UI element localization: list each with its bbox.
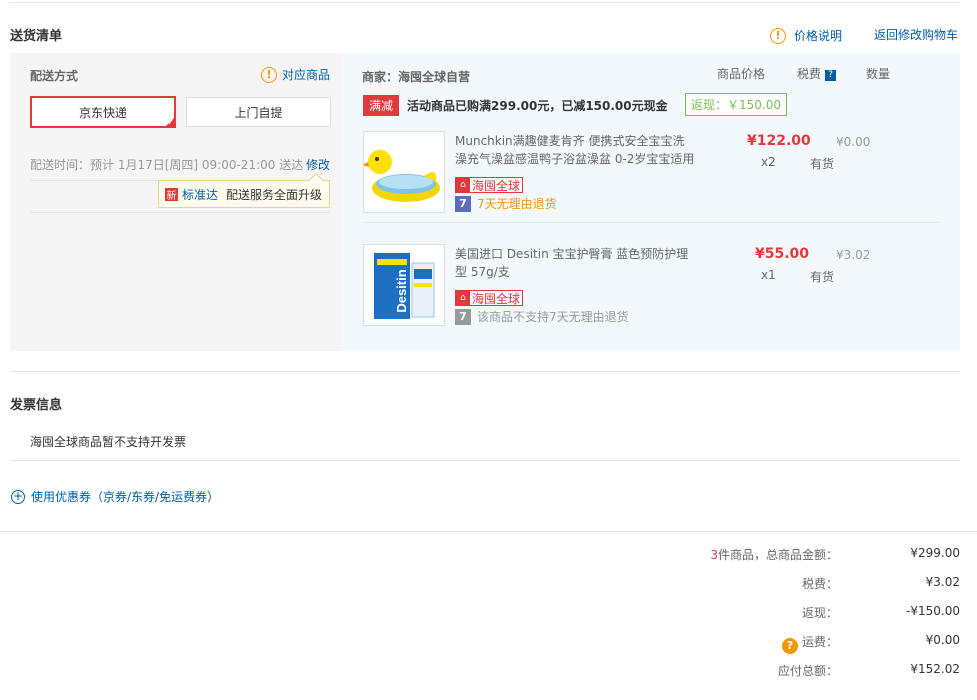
global-tag-label: 海囤全球 xyxy=(472,291,521,306)
return-policy: 7 7天无理由退货 xyxy=(455,195,557,212)
summary-cashback-value: -¥150.00 xyxy=(906,604,960,618)
upgrade-text: 配送服务全面升级 xyxy=(226,187,323,202)
jd-express-label: 京东快递 xyxy=(78,105,127,120)
top-divider xyxy=(10,2,960,3)
delivery-time: 配送时间：预计 1月17日[周四] 09:00-21:00 送达 xyxy=(30,158,304,172)
return-policy-text: 该商品不支持7天无理由退货 xyxy=(477,310,629,324)
merchant-name: 商家：海囤全球自营 xyxy=(362,70,471,84)
global-shop-icon: ⌂ xyxy=(456,178,470,192)
invoice-title: 发票信息 xyxy=(10,398,63,413)
product-image-duck-tub[interactable] xyxy=(363,131,445,213)
product-name[interactable]: 美国进口 Desitin 宝宝护臀膏 蓝色预防护理型 57g/支 xyxy=(455,245,695,281)
price-note-link[interactable]: ! 价格说明 xyxy=(770,27,842,44)
product-tax: ¥3.02 xyxy=(836,248,871,262)
stock-status: 有货 xyxy=(810,270,835,284)
info-icon: ! xyxy=(261,66,277,83)
section-divider xyxy=(10,460,960,461)
summary-freight-value: ¥0.00 xyxy=(925,633,960,647)
item-divider xyxy=(363,222,940,223)
product-qty: x1 xyxy=(761,268,776,282)
new-badge: 新 xyxy=(165,187,178,202)
coupon-label: 使用优惠券（京券/东券/免运费券） xyxy=(31,490,220,504)
global-tag: ⌂ 海囤全球 xyxy=(455,290,524,306)
item-count: 3 xyxy=(710,548,718,562)
section-divider xyxy=(10,371,960,372)
col-price-header: 商品价格 xyxy=(717,67,766,81)
coupon-toggle[interactable]: + 使用优惠券（京券/东券/免运费券） xyxy=(11,488,219,505)
summary-tax-label: 税费： xyxy=(801,577,838,591)
col-tax-header: 税费? xyxy=(797,65,837,82)
shipping-method-label: 配送方式 xyxy=(30,69,79,83)
desitin-logo-text: Desitin xyxy=(394,269,409,312)
self-pickup-label: 上门自提 xyxy=(234,105,283,120)
match-items-link[interactable]: ! 对应商品 xyxy=(261,66,330,83)
upgrade-tooltip: 新 标准达 配送服务全面升级 xyxy=(158,172,330,208)
promo-text: 活动商品已购满299.00元，已减150.00元现金 xyxy=(407,99,668,113)
summary-total-value: ¥299.00 xyxy=(910,546,960,560)
divider xyxy=(30,212,330,213)
product-image-desitin[interactable]: Desitin xyxy=(363,244,445,326)
col-tax-label: 税费 xyxy=(797,67,822,81)
return-policy-text: 7天无理由退货 xyxy=(477,197,557,211)
freight-help-icon[interactable]: ? xyxy=(781,637,798,654)
product-tax: ¥0.00 xyxy=(836,135,871,149)
product-qty: x2 xyxy=(761,155,776,169)
price-note-label: 价格说明 xyxy=(794,29,843,43)
summary-payable-value: ¥152.02 xyxy=(910,662,960,676)
section-divider xyxy=(0,531,977,532)
summary-tax-value: ¥3.02 xyxy=(925,575,960,589)
duck-bathtub-image xyxy=(364,150,440,202)
summary-cashback-label: 返现： xyxy=(801,606,838,620)
global-tag-label: 海囤全球 xyxy=(472,178,521,193)
match-items-label: 对应商品 xyxy=(282,68,331,82)
col-qty-header: 数量 xyxy=(866,67,891,81)
check-icon: ✓ xyxy=(167,118,174,127)
plus-circle-icon: + xyxy=(11,488,25,504)
product-price: ¥55.00 xyxy=(755,246,810,262)
cashback-badge: 返现：￥150.00 xyxy=(685,93,787,116)
summary-total-label: 3件商品，总商品金额： xyxy=(678,546,838,563)
product-name[interactable]: Munchkin满趣健麦肯齐 便携式安全宝宝洗澡充气澡盆感温鸭子浴盆澡盆 0-2… xyxy=(455,132,695,168)
item-count-suffix: 件商品，总商品金额： xyxy=(717,548,838,562)
edit-delivery-link[interactable]: 修改 xyxy=(306,156,330,173)
desitin-cream-image: Desitin xyxy=(374,253,435,319)
seven-day-return-icon: 7 xyxy=(455,195,471,212)
global-shop-icon: ⌂ xyxy=(456,291,470,305)
no-return-icon: 7 xyxy=(455,308,471,325)
freight-label-text: 运费： xyxy=(801,635,838,649)
promo-tag: 满减 xyxy=(363,95,400,116)
help-icon[interactable]: ? xyxy=(825,70,837,81)
summary-freight-label: ? 运费： xyxy=(678,633,838,654)
info-icon: ! xyxy=(770,27,786,44)
summary-payable-label: 应付总额： xyxy=(777,664,838,678)
promo-row: 满减 活动商品已购满299.00元，已减150.00元现金 xyxy=(363,95,668,116)
return-policy: 7 该商品不支持7天无理由退货 xyxy=(455,308,629,325)
product-price: ¥122.00 xyxy=(747,133,811,149)
global-tag: ⌂ 海囤全球 xyxy=(455,177,524,193)
stock-status: 有货 xyxy=(810,157,835,171)
standard-delivery-link[interactable]: 标准达 xyxy=(182,186,218,203)
jd-express-option[interactable]: 京东快递 ✓ xyxy=(30,96,176,128)
delivery-list-title: 送货清单 xyxy=(10,29,63,44)
back-to-cart-link[interactable]: 返回修改购物车 xyxy=(874,26,958,43)
self-pickup-option[interactable]: 上门自提 xyxy=(186,97,331,127)
invoice-text: 海囤全球商品暂不支持开发票 xyxy=(30,435,187,449)
